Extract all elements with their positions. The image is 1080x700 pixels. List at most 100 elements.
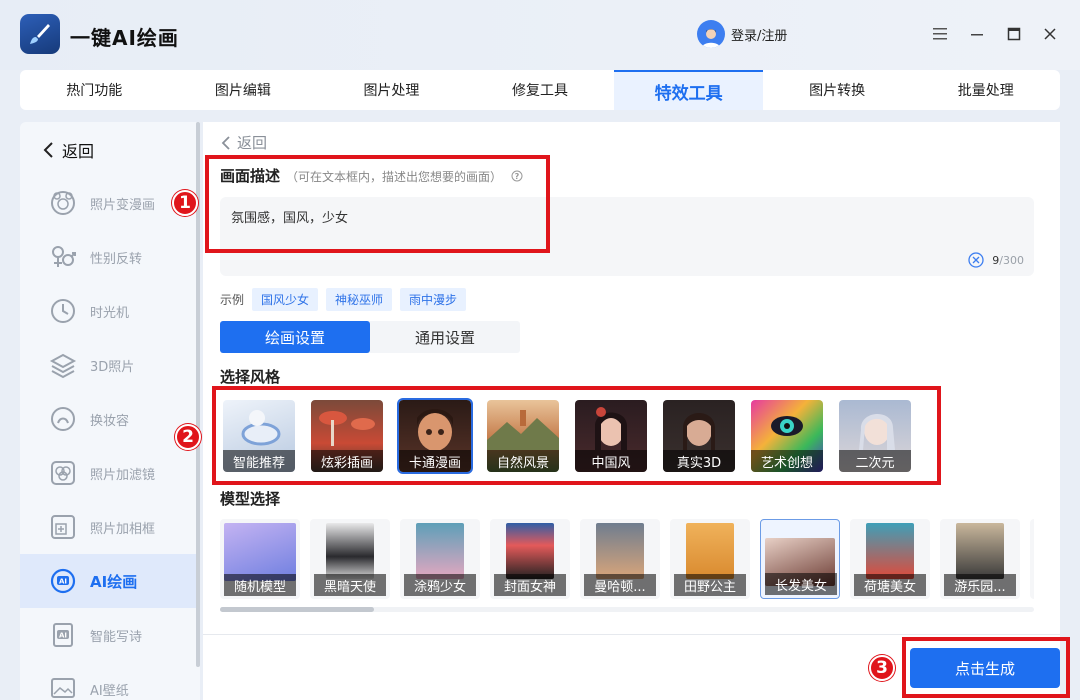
title-bar: 一键AI绘画 登录/注册 [0,0,1080,70]
help-icon[interactable]: ? [511,170,523,182]
char-counter: 9/300 [968,252,1024,268]
style-card-selected[interactable]: 卡通漫画 [397,398,473,474]
example-chip[interactable]: 国风少女 [252,288,319,311]
tab-image-edit[interactable]: 图片编辑 [169,70,318,110]
sidebar-item-filter[interactable]: 照片加滤镜 [20,446,196,500]
style-card[interactable]: 艺术创想 [751,400,823,472]
tab-effect-tools[interactable]: 特效工具 [614,70,763,110]
minimize-icon[interactable] [967,24,987,44]
sidebar-item-photo-cartoon[interactable]: 照片变漫画 [20,176,196,230]
sidebar-item-time-machine[interactable]: 时光机 [20,284,196,338]
style-thumbnail [683,413,715,450]
style-thumbnail [859,413,895,450]
annotation-badge-2: 2 [175,424,201,450]
model-card[interactable]: 荷塘美女 [850,519,930,599]
chevron-left-icon [221,135,230,150]
model-thumbnail [686,523,734,579]
style-thumbnail [417,409,453,451]
sidebar-item-gender-swap[interactable]: 性别反转 [20,230,196,284]
ai-poem-icon: AI [48,620,78,650]
tab-paint-settings[interactable]: 绘画设置 [220,321,370,353]
model-card[interactable]: 黑暗天使 [310,519,390,599]
example-chip[interactable]: 神秘巫师 [326,288,393,311]
tab-repair-tools[interactable]: 修复工具 [466,70,615,110]
style-list: 智能推荐 炫彩插画 卡通漫画 自然风景 中国风 真实3D 艺术创想 二次元 [223,398,911,474]
model-thumbnail [224,523,296,581]
style-thumbnail [319,411,375,446]
close-icon[interactable] [1040,24,1060,44]
style-card[interactable]: 炫彩插画 [311,400,383,472]
tab-batch[interactable]: 批量处理 [911,70,1060,110]
style-thumbnail [487,410,559,450]
app-logo-brush-icon [20,14,60,54]
generate-button[interactable]: 点击生成 [910,648,1060,688]
model-thumbnail [326,523,374,579]
style-card[interactable]: 智能推荐 [223,400,295,472]
ai-wallpaper-icon [48,674,78,700]
clear-icon[interactable] [968,252,984,268]
model-scrollbar-thumb[interactable] [220,607,374,612]
login-button[interactable]: 登录/注册 [697,20,787,48]
model-thumbnail [596,523,644,579]
tab-image-convert[interactable]: 图片转换 [763,70,912,110]
annotation-badge-1: 1 [172,190,198,216]
example-chip[interactable]: 雨中漫步 [400,288,467,311]
model-thumbnail [866,523,914,579]
model-thumbnail [956,523,1004,579]
bottom-divider [203,634,1060,635]
back-button[interactable]: 返回 [221,132,267,153]
description-hint: （可在文本框内，描述出您想要的画面） [286,170,503,184]
tab-general-settings[interactable]: 通用设置 [370,321,520,353]
examples-label: 示例 [220,293,245,307]
model-card-partial[interactable] [1030,519,1034,599]
style-card[interactable]: 真实3D [663,400,735,472]
model-card[interactable]: 封面女神 [490,519,570,599]
model-card[interactable]: 涂鸦少女 [400,519,480,599]
model-thumbnail [506,523,554,579]
model-list: 随机模型 黑暗天使 涂鸦少女 封面女神 曼哈顿... 田野公主 长发美女 荷塘美… [220,519,1034,599]
sidebar-item-ai-wallpaper[interactable]: AI壁纸 [20,662,196,700]
face-cartoon-icon [48,188,78,218]
makeup-icon [48,404,78,434]
svg-text:AI: AI [59,632,67,640]
sidebar-item-3d-photo[interactable]: 3D照片 [20,338,196,392]
model-card[interactable]: 曼哈顿... [580,519,660,599]
style-card[interactable]: 自然风景 [487,400,559,472]
model-card[interactable]: 随机模型 [220,519,300,599]
model-title: 模型选择 [220,490,281,508]
model-card[interactable]: 游乐园... [940,519,1020,599]
style-thumbnail [595,407,627,450]
app-title: 一键AI绘画 [70,26,179,50]
chevron-left-icon [43,142,53,158]
description-value: 氛围感，国风，少女 [231,211,349,226]
layers-icon [48,350,78,380]
maximize-icon[interactable] [1004,24,1024,44]
description-input[interactable]: 氛围感，国风，少女 9/300 [220,197,1034,276]
model-card-selected[interactable]: 长发美女 [760,519,840,599]
user-avatar-icon [697,20,725,48]
annotation-badge-3: 3 [869,655,895,681]
svg-text:?: ? [515,172,520,181]
ai-paint-icon: AI [48,566,78,596]
description-title: 画面描述 （可在文本框内，描述出您想要的画面） ? [220,165,523,186]
menu-icon[interactable] [930,24,950,44]
filter-icon [48,458,78,488]
sidebar-item-frame[interactable]: 照片加相框 [20,500,196,554]
style-title: 选择风格 [220,368,281,386]
tab-image-process[interactable]: 图片处理 [317,70,466,110]
model-scrollbar[interactable] [220,607,1034,612]
sidebar-back-button[interactable]: 返回 [42,138,94,162]
sidebar-item-makeup[interactable]: 换妆容 [20,392,196,446]
frame-icon [48,512,78,542]
login-label: 登录/注册 [731,28,788,44]
model-card[interactable]: 田野公主 [670,519,750,599]
examples-row: 示例 国风少女 神秘巫师 雨中漫步 [220,288,467,311]
tab-hot[interactable]: 热门功能 [20,70,169,110]
sidebar-item-ai-paint[interactable]: AI AI绘画 [20,554,196,608]
main-panel: 返回 画面描述 （可在文本框内，描述出您想要的画面） ? 氛围感，国风，少女 9/… [203,122,1060,700]
model-thumbnail [416,523,464,579]
feature-tabs: 热门功能 图片编辑 图片处理 修复工具 特效工具 图片转换 批量处理 [20,70,1060,110]
sidebar-item-ai-poem[interactable]: AI 智能写诗 [20,608,196,662]
style-card[interactable]: 二次元 [839,400,911,472]
style-card[interactable]: 中国风 [575,400,647,472]
